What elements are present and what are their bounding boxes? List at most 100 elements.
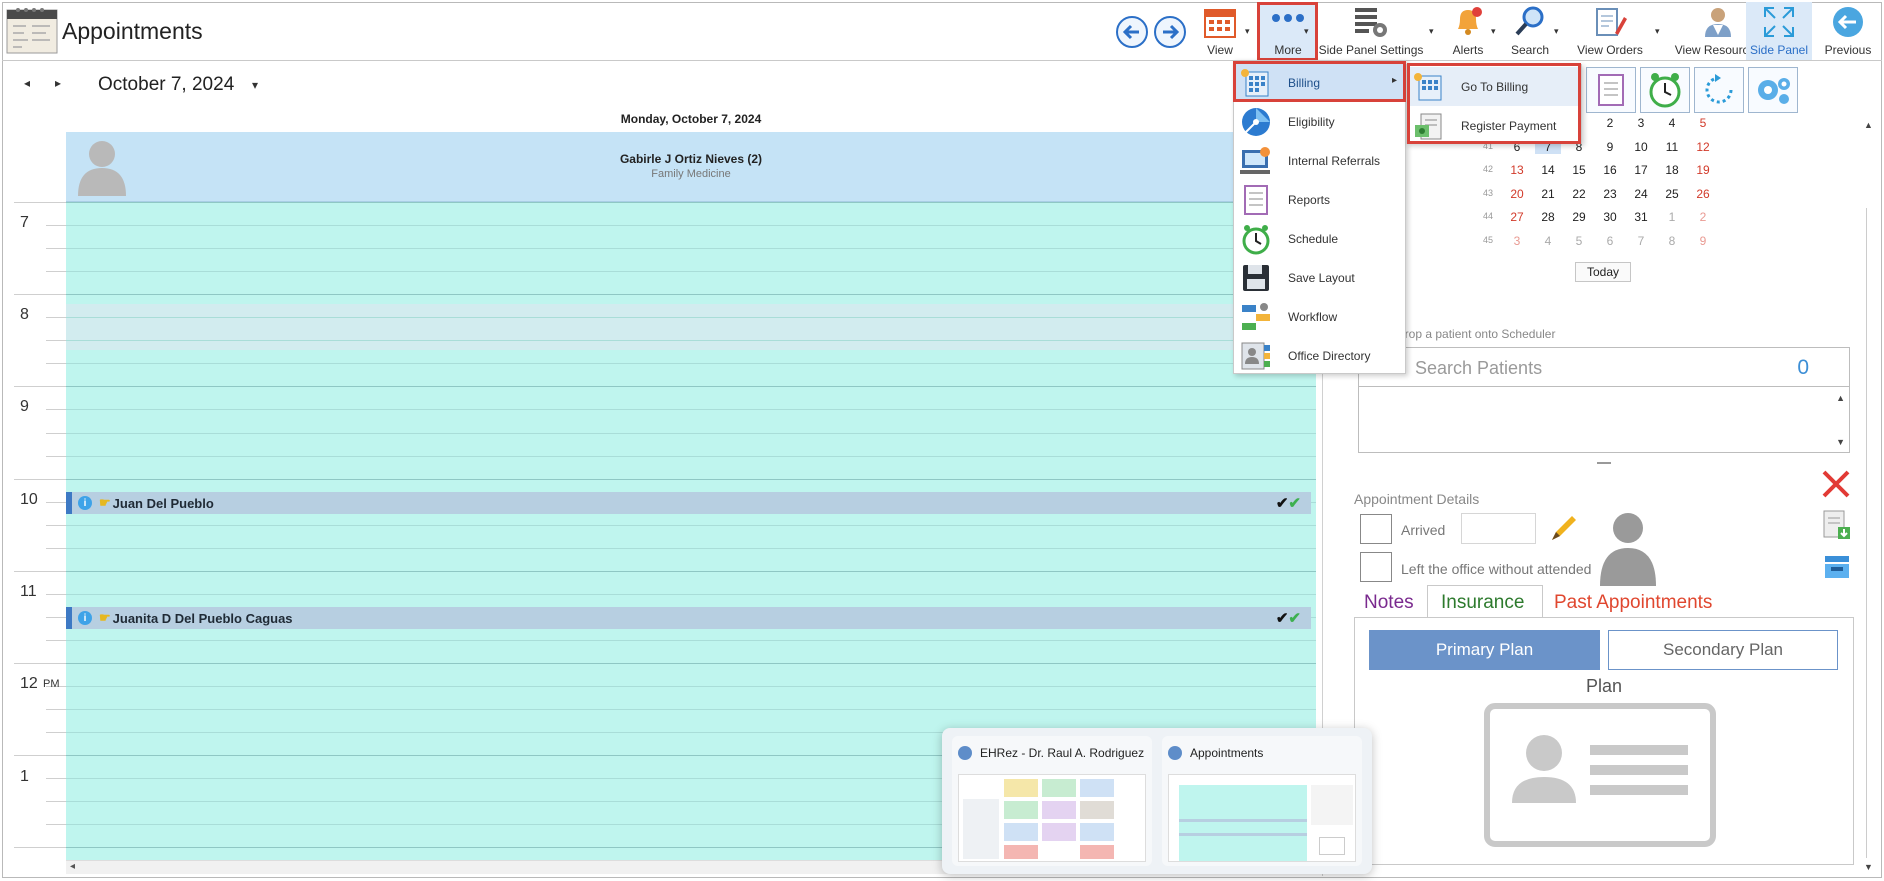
search-button[interactable]: Search [1504,4,1556,60]
mini-calendar-day[interactable]: 10 [1628,140,1654,154]
tab-past-appointments[interactable]: Past Appointments [1554,592,1712,614]
today-button[interactable]: Today [1575,262,1631,282]
back-button[interactable] [1116,16,1148,48]
reports-quick-button[interactable] [1586,67,1636,113]
mini-calendar-day[interactable]: 22 [1566,187,1592,201]
taskbar-window-appointments[interactable]: Appointments [1162,736,1362,866]
scroll-up-icon[interactable]: ▲ [1864,120,1873,130]
view-orders-button[interactable]: View Orders [1570,4,1650,60]
menu-item-save-layout[interactable]: Save Layout [1234,258,1405,297]
side-panel-settings-caret[interactable]: ▾ [1429,26,1434,37]
alerts-caret[interactable]: ▾ [1491,26,1496,37]
mini-calendar-day[interactable]: 18 [1659,163,1685,177]
search-result-count: 0 [1797,356,1809,379]
mini-calendar-day[interactable]: 26 [1690,187,1716,201]
date-dropdown-caret[interactable]: ▾ [252,78,258,92]
mini-calendar-day[interactable]: 2 [1597,116,1623,130]
view-button[interactable]: View [1198,4,1242,60]
delete-x-icon[interactable] [1820,468,1852,503]
mini-calendar-day[interactable]: 31 [1628,210,1654,224]
search-caret[interactable]: ▾ [1554,26,1559,37]
hour-gridline [66,294,1316,295]
side-panel-settings-button[interactable]: Side Panel Settings [1316,4,1426,60]
mini-calendar-day[interactable]: 25 [1659,187,1685,201]
refresh-quick-button[interactable] [1694,67,1744,113]
view-dropdown-caret[interactable]: ▾ [1245,26,1250,37]
forward-button[interactable] [1154,16,1186,48]
mini-calendar-day[interactable]: 1 [1659,210,1685,224]
info-icon[interactable]: i [78,496,92,510]
current-date[interactable]: October 7, 2024 [98,74,234,96]
mini-calendar-day[interactable]: 20 [1504,187,1530,201]
menu-item-reports[interactable]: Reports [1234,180,1405,219]
mini-calendar-day[interactable]: 7 [1628,234,1654,248]
pencil-icon[interactable] [1548,512,1580,547]
mini-calendar-day[interactable]: 15 [1566,163,1592,177]
menu-item-internal-referrals[interactable]: Internal Referrals [1234,141,1405,180]
previous-button[interactable]: Previous [1820,4,1876,60]
scroll-left-icon[interactable]: ◂ [70,861,75,872]
scroll-down-icon[interactable]: ▼ [1864,862,1873,872]
mini-calendar-day[interactable]: 5 [1690,116,1716,130]
list-scroll-down-icon[interactable]: ▼ [1836,437,1845,447]
side-panel-button[interactable]: Side Panel [1748,4,1810,60]
document-download-icon[interactable] [1822,509,1852,544]
right-panel-scrollbar[interactable]: ▲ ▼ [1862,120,1876,876]
mini-calendar-day[interactable]: 3 [1628,116,1654,130]
search-icon [1514,4,1546,40]
prev-day-arrow[interactable]: ◂ [24,76,30,90]
appointment-bar[interactable]: i ☛ Juanita D Del Pueblo Caguas ✔✔ [66,607,1311,629]
mini-calendar-day[interactable]: 17 [1628,163,1654,177]
mini-calendar-day[interactable]: 27 [1504,210,1530,224]
mini-calendar-day[interactable]: 9 [1690,234,1716,248]
slot-gridline [66,456,1316,457]
appointment-bar[interactable]: i ☛ Juan Del Pueblo ✔✔ [66,492,1311,514]
tray-icon[interactable] [1822,552,1852,585]
mini-calendar-day[interactable]: 8 [1659,234,1685,248]
info-icon[interactable]: i [78,611,92,625]
more-dropdown-caret[interactable]: ▾ [1304,26,1309,37]
menu-item-label: Office Directory [1288,348,1371,363]
secondary-plan-button[interactable]: Secondary Plan [1608,630,1838,670]
tab-insurance[interactable]: Insurance [1441,592,1524,614]
menu-item-workflow[interactable]: Workflow [1234,297,1405,336]
mini-calendar-day[interactable]: 6 [1597,234,1623,248]
mini-calendar-day[interactable]: 30 [1597,210,1623,224]
left-office-checkbox[interactable] [1360,552,1392,582]
mini-calendar-day[interactable]: 3 [1504,234,1530,248]
mini-calendar-day[interactable]: 16 [1597,163,1623,177]
mini-calendar-day[interactable]: 29 [1566,210,1592,224]
taskbar-window-ehrez[interactable]: EHRez - Dr. Raul A. Rodriguez ... [952,736,1152,866]
alerts-button[interactable]: Alerts [1446,4,1490,60]
mini-calendar-day[interactable]: 11 [1659,140,1685,154]
next-day-arrow[interactable]: ▸ [55,76,61,90]
schedule-quick-button[interactable] [1640,67,1690,113]
mini-calendar-day[interactable]: 24 [1628,187,1654,201]
mini-calendar-day[interactable]: 9 [1597,140,1623,154]
primary-plan-button[interactable]: Primary Plan [1369,630,1600,670]
mini-calendar-day[interactable]: 14 [1535,163,1561,177]
mini-calendar-day[interactable]: 2 [1690,210,1716,224]
time-tick [46,271,66,272]
mini-calendar-day[interactable]: 23 [1597,187,1623,201]
mini-calendar-day[interactable]: 28 [1535,210,1561,224]
view-orders-caret[interactable]: ▾ [1655,26,1660,37]
menu-item-office-directory[interactable]: Office Directory [1234,336,1405,375]
patient-results-list[interactable]: ▲ ▼ [1358,387,1850,453]
mini-calendar-day[interactable]: 12 [1690,140,1716,154]
mini-calendar-day[interactable]: 19 [1690,163,1716,177]
mini-calendar-day[interactable]: 5 [1566,234,1592,248]
mini-calendar-day[interactable]: 21 [1535,187,1561,201]
mini-calendar-day[interactable]: 4 [1659,116,1685,130]
menu-item-eligibility[interactable]: Eligibility [1234,102,1405,141]
mini-calendar-day[interactable]: 13 [1504,163,1530,177]
arrived-checkbox[interactable] [1360,514,1392,544]
mini-calendar-day[interactable]: 4 [1535,234,1561,248]
menu-item-schedule[interactable]: Schedule [1234,219,1405,258]
list-scroll-up-icon[interactable]: ▲ [1836,393,1845,403]
arrived-time-field[interactable] [1461,513,1536,544]
search-patients-field[interactable]: Search Patients 0 [1358,347,1850,387]
tab-notes[interactable]: Notes [1364,592,1414,614]
settings-quick-button[interactable] [1748,67,1798,113]
splitter-handle[interactable] [1597,462,1611,464]
